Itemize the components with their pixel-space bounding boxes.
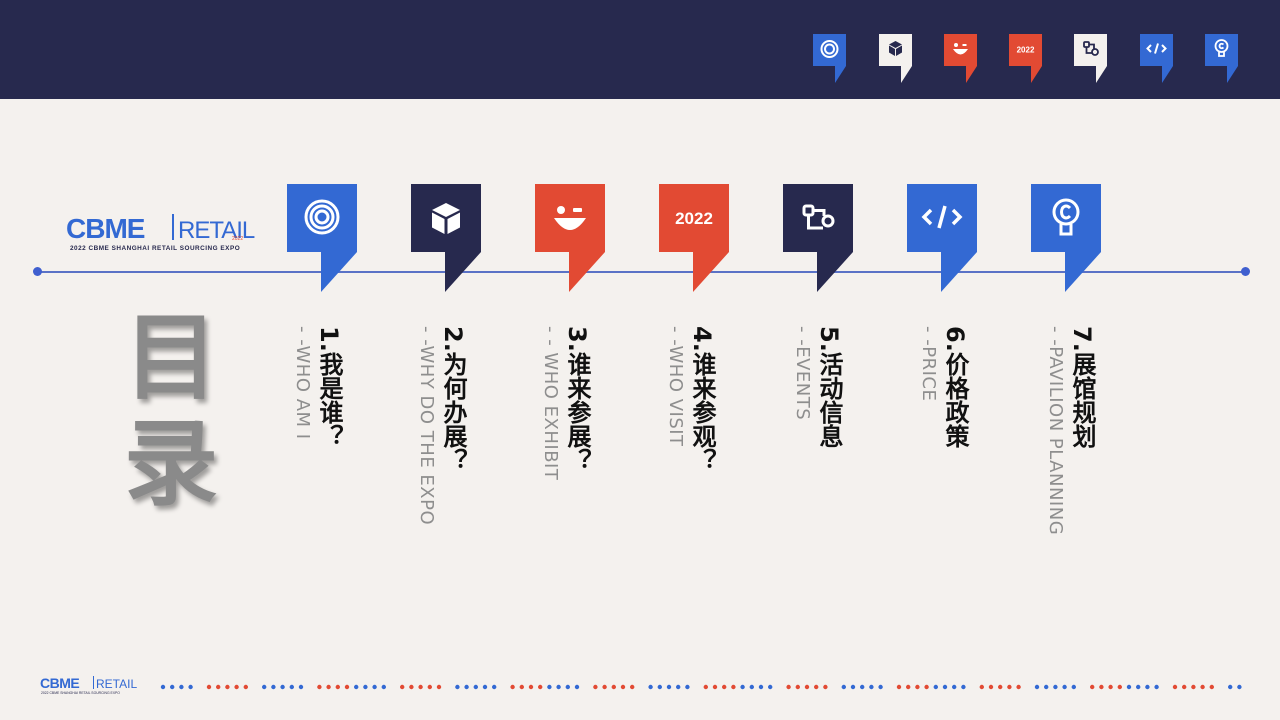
svg-text:CBME: CBME [40,675,79,691]
menu-item-title: 4.谁来参观？ [688,326,716,472]
menu-item-7[interactable]: 7.展馆规划 - -PAVILION PLANNING [1043,326,1097,535]
nav-flag-6[interactable] [1140,34,1173,84]
menu-item-1[interactable]: 1.我是谁？ - -WHO AM I [290,326,344,448]
menu-flag-5[interactable] [783,184,853,294]
menu-flag-6[interactable] [907,184,977,294]
nav-flag-3[interactable] [944,34,977,84]
menu-item-subtitle: - -PRICE [918,326,939,402]
svg-text:CBME: CBME [66,213,145,244]
menu-item-2[interactable]: 2.为何办展？ - -WHY DO THE EXPO [414,326,468,525]
header-bar: 2022 [0,0,1280,99]
svg-text:RETAIL: RETAIL [96,677,137,691]
menu-item-title: 7.展馆规划 [1068,326,1096,448]
menu-item-4[interactable]: 4.谁来参观？ - -WHO VISIT [663,326,717,472]
timeline-end-dot [1241,267,1250,276]
menu-flag-7[interactable] [1031,184,1101,294]
svg-text:RETAIL: RETAIL [178,217,255,244]
menu-flag-1[interactable] [287,184,357,294]
menu-item-subtitle: - -WHO AM I [292,326,313,440]
year-icon: 2022 [675,209,713,228]
nav-flag-5[interactable] [1074,34,1107,84]
footer-dot-pattern [160,681,1260,693]
menu-flag-4[interactable]: 2022 [659,184,729,294]
menu-item-title: 5.活动信息 [815,326,843,448]
menu-item-title: 6.价格政策 [941,326,969,448]
footer-logo: CBME RETAIL 2022 CBME SHANGHAI RETAIL SO… [40,674,158,696]
menu-item-subtitle: - -WHO VISIT [665,326,686,447]
menu-item-3[interactable]: 3.谁来参展？ - - WHO EXHIBIT [538,326,592,480]
menu-item-6[interactable]: 6.价格政策 - -PRICE [916,326,970,448]
menu-item-title: 2.为何办展？ [439,326,467,472]
menu-item-subtitle: - -EVENTS [792,326,813,421]
brand-logo: CBME RETAIL 2022 2022 CBME SHANGHAI RETA… [66,210,256,254]
menu-item-subtitle: - -PAVILION PLANNING [1045,326,1066,536]
timeline-start-dot [33,267,42,276]
menu-flag-3[interactable] [535,184,605,294]
svg-text:2022 CBME SHANGHAI RETAIL SOUR: 2022 CBME SHANGHAI RETAIL SOURCING EXPO [41,691,120,695]
nav-flag-2[interactable] [879,34,912,84]
menu-item-title: 3.谁来参展？ [563,326,591,472]
menu-item-subtitle: - - WHO EXHIBIT [540,326,561,481]
menu-item-5[interactable]: 5.活动信息 - -EVENTS [790,326,844,448]
nav-flag-1[interactable] [813,34,846,84]
svg-text:2022 CBME SHANGHAI RETAIL SOUR: 2022 CBME SHANGHAI RETAIL SOURCING EXPO [70,245,240,252]
nav-flag-4[interactable]: 2022 [1009,34,1042,84]
year-icon: 2022 [1017,46,1035,55]
svg-text:2022: 2022 [232,236,243,242]
menu-item-subtitle: - -WHY DO THE EXPO [416,326,437,526]
menu-item-title: 1.我是谁？ [315,326,343,448]
page-title: 目录 [123,304,218,519]
nav-flag-7[interactable] [1205,34,1238,84]
menu-flag-2[interactable] [411,184,481,294]
